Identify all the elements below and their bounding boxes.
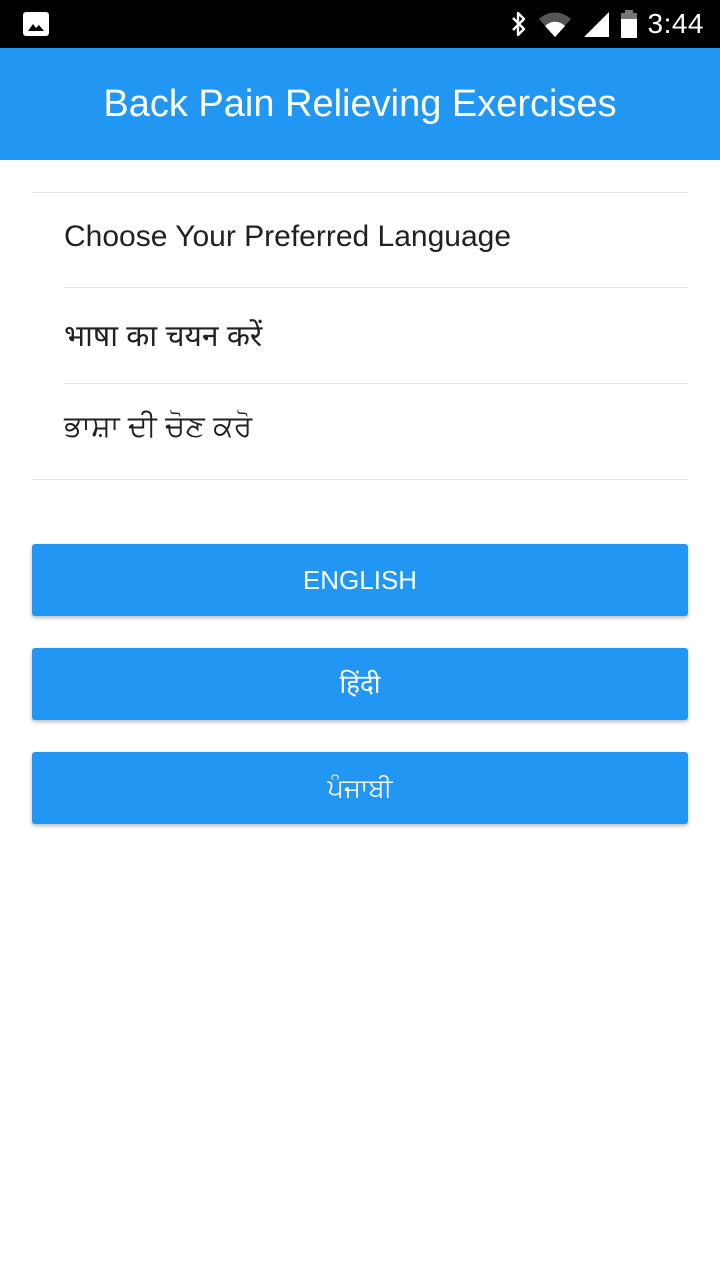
prompt-punjabi: ਭਾਸ਼ਾ ਦੀ ਚੋਣ ਕਰੋ <box>64 410 253 443</box>
divider <box>32 479 688 480</box>
prompt-english: Choose Your Preferred Language <box>64 220 512 253</box>
hindi-button[interactable]: हिंदी <box>32 648 688 720</box>
prompt-hindi: भाषा का चयन करें <box>64 320 263 353</box>
app-title: Back Pain Relieving Exercises <box>103 83 617 125</box>
gallery-icon <box>23 12 49 36</box>
divider <box>32 192 688 193</box>
cell-signal-icon <box>583 12 609 37</box>
battery-icon <box>620 10 637 38</box>
system-icons: 3:44 <box>510 0 705 48</box>
punjabi-button[interactable]: ਪੰਜਾਬੀ <box>32 752 688 824</box>
bluetooth-icon <box>511 11 525 37</box>
divider <box>64 287 688 288</box>
divider <box>64 383 688 384</box>
status-bar: 3:44 <box>0 0 720 48</box>
english-button[interactable]: ENGLISH <box>32 544 688 616</box>
app-bar: Back Pain Relieving Exercises <box>0 48 720 160</box>
wifi-icon <box>538 12 571 37</box>
clock: 3:44 <box>647 8 704 39</box>
